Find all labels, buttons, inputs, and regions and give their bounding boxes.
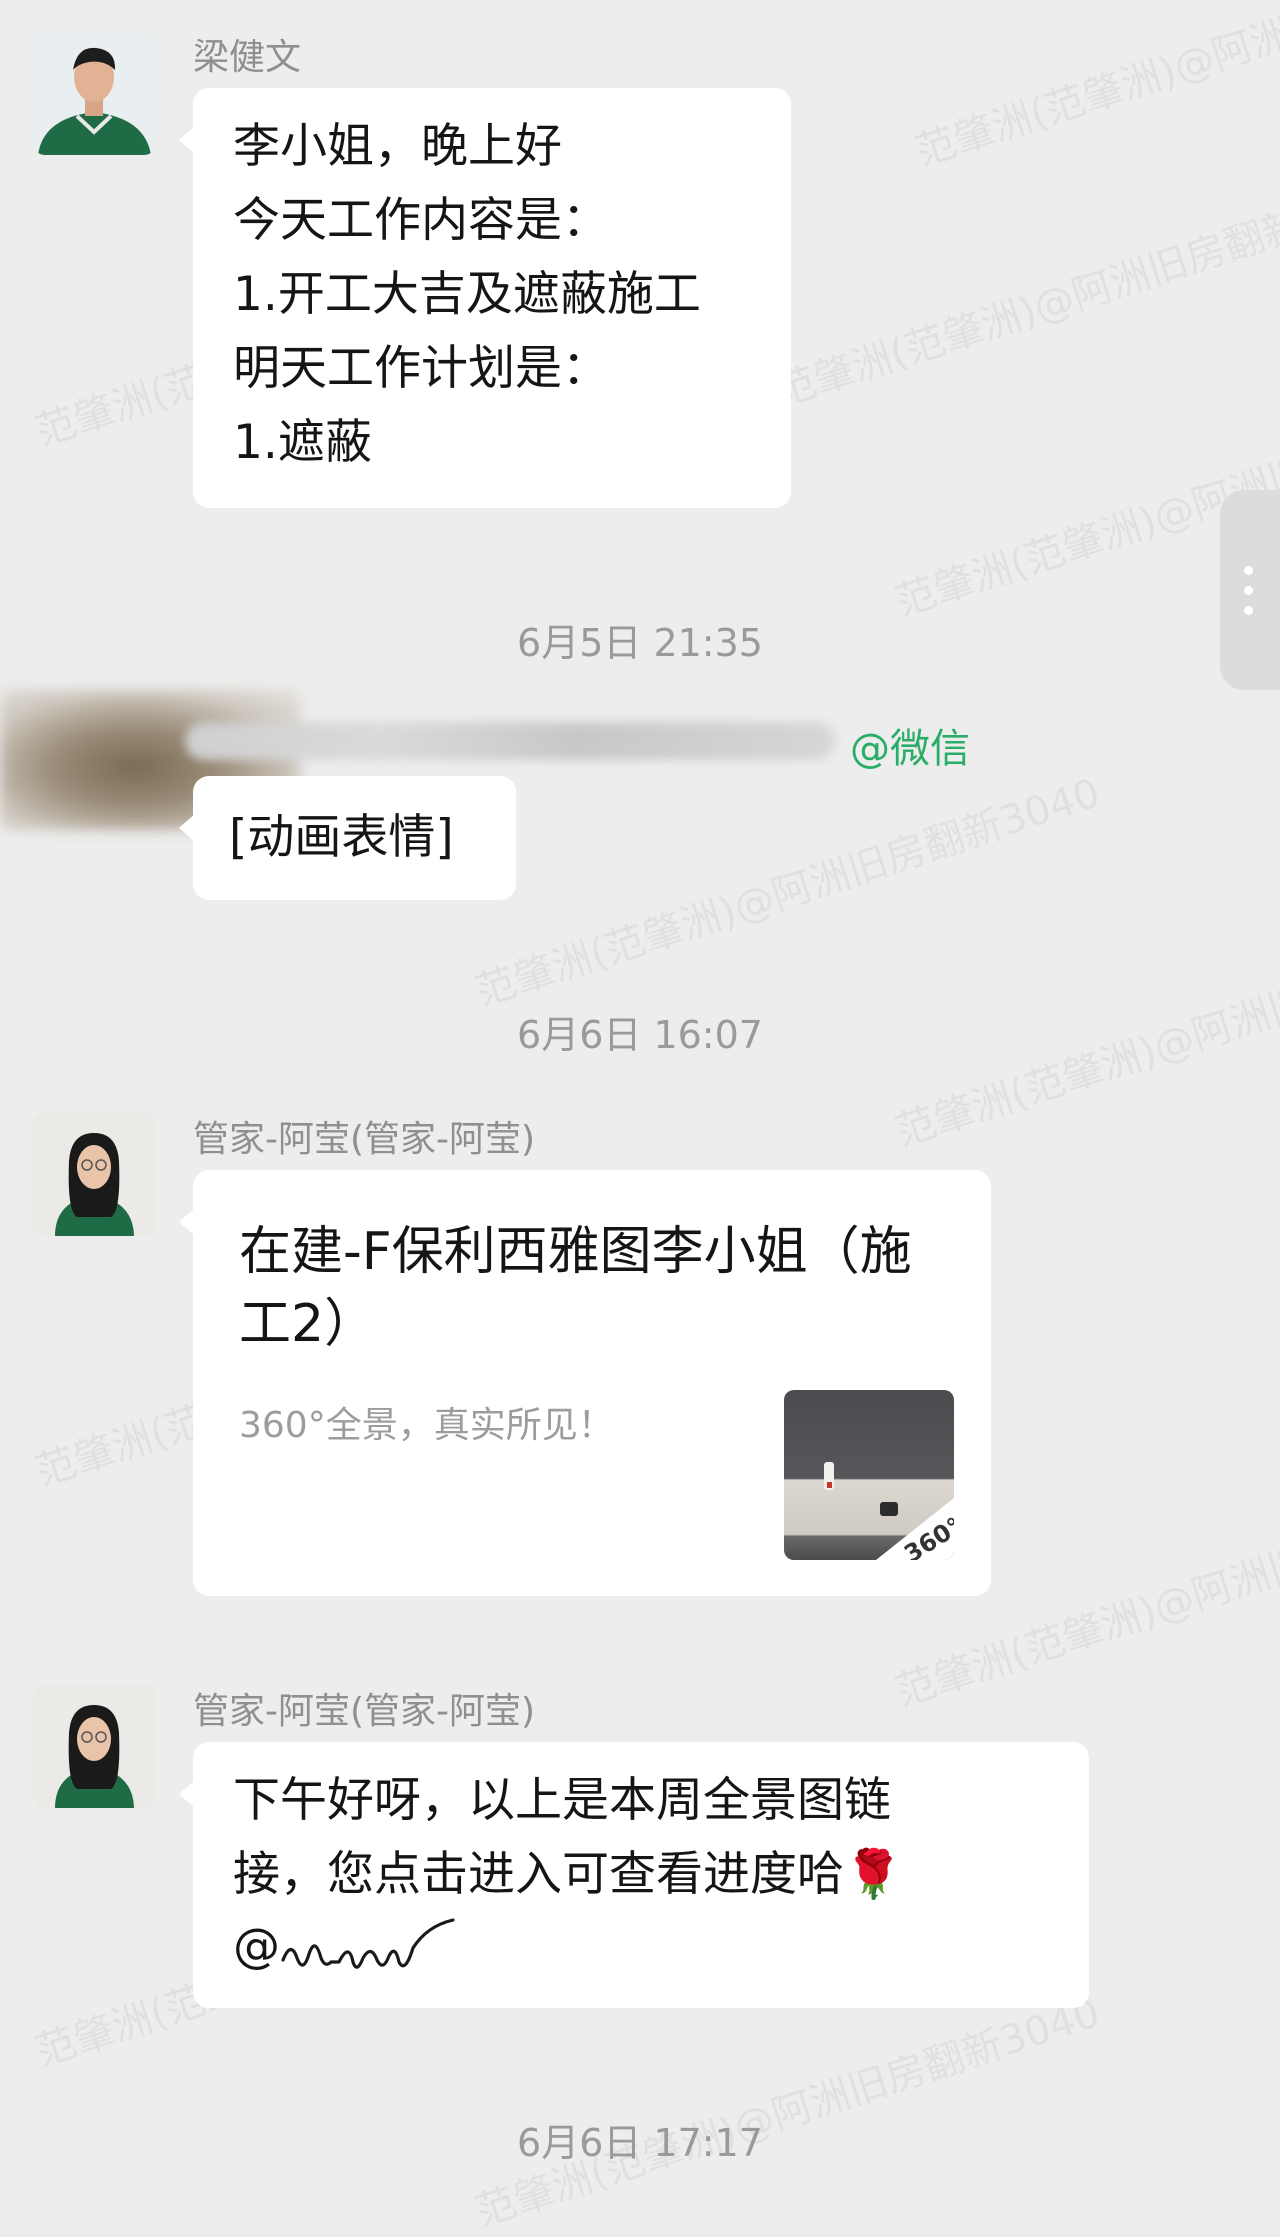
timestamp: 6月6日 17:17 [517,2121,763,2165]
watermark-text: 范肇洲(范肇洲)@阿洲旧房翻新3040 [470,1990,1106,2236]
sticker-placeholder-text: [动画表情] [229,810,454,865]
message-text: 下午好呀，以上是本周全景图链 [233,1773,891,1828]
watermark-text: 范肇洲(范肇洲)@阿洲旧房翻新3040 [910,0,1280,176]
timestamp: 6月6日 16:07 [517,1013,763,1057]
more-dots-icon [1244,566,1253,575]
link-card-thumbnail: 360° [784,1390,954,1560]
link-card[interactable]: 在建-F保利西雅图李小姐（施 工2） 360°全景，真实所见！ 360° [179,1170,991,1596]
sender-name: 管家-阿莹(管家-阿莹) [193,1691,536,1732]
link-card-title: 工2） [239,1294,377,1354]
message-text: 今天工作内容是： [233,193,609,248]
sender-name: 管家-阿莹(管家-阿莹) [193,1119,536,1160]
message-bubble[interactable]: 下午好呀，以上是本周全景图链 接，您点击进入可查看进度哈🌹 @ [179,1742,1089,2008]
link-card-title: 在建-F保利西雅图李小姐（施 [239,1222,912,1282]
person-avatar-icon [33,1113,156,1236]
avatar[interactable] [33,1685,156,1808]
link-card-description: 360°全景，真实所见！ [239,1405,614,1446]
person-avatar-icon [33,1685,156,1808]
person-avatar-icon [33,32,156,155]
avatar[interactable] [33,1113,156,1236]
message-text: 接，您点击进入可查看进度哈🌹 [233,1847,903,1902]
more-dots-icon [1244,586,1253,595]
timestamp: 6月5日 21:35 [517,621,763,665]
watermark-text: 范肇洲(范肇洲)@阿洲旧房翻新3040 [470,770,1106,1016]
avatar[interactable] [33,32,156,155]
message-text: 李小姐，晚上好 [233,119,562,174]
mention-link[interactable]: @微信 [850,716,970,774]
handwritten-signature [281,1918,455,1969]
message-text: 1.遮蔽 [233,415,372,470]
watermark-text: 范肇洲(范肇洲)@阿洲旧房翻新3040 [770,170,1280,416]
message-bubble[interactable]: [动画表情] [179,776,516,900]
message-text: 明天工作计划是： [233,341,609,396]
message-bubble[interactable]: 李小姐，晚上好 今天工作内容是： 1.开工大吉及遮蔽施工 明天工作计划是： 1.… [179,88,791,508]
sender-name: 梁健文 [193,37,302,78]
mention-prefix: @ [233,1919,280,1974]
blurred-sender-text [185,722,835,760]
message-text: 1.开工大吉及遮蔽施工 [233,267,701,322]
